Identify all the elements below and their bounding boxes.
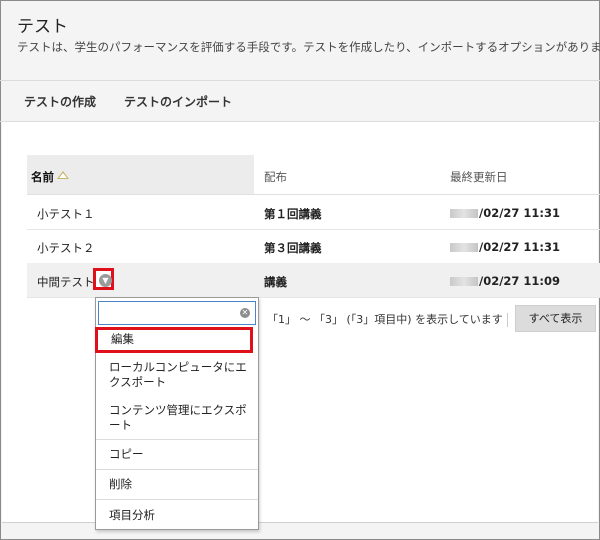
menu-item-item-analysis[interactable]: 項目分析 (96, 508, 258, 523)
toolbar-divider-top (0, 80, 600, 81)
menu-divider (96, 469, 258, 470)
table-row: 小テスト２ 第３回講義 /02/27 11:31 (27, 229, 600, 264)
chevron-down-icon[interactable]: ▼ (99, 274, 112, 287)
menu-search-box[interactable]: ✕ (98, 301, 256, 325)
menu-item-export-content[interactable]: コンテンツ管理にエクスポート (96, 403, 258, 433)
menu-item-edit[interactable]: 編集 (95, 327, 253, 353)
menu-item-copy[interactable]: コピー (96, 447, 258, 462)
test-last-modified: /02/27 11:09 (450, 274, 560, 288)
test-name[interactable]: 小テスト２ (37, 240, 95, 256)
menu-divider (96, 439, 258, 440)
test-last-modified: /02/27 11:31 (450, 240, 560, 254)
item-options-button[interactable]: ▼ (93, 268, 114, 290)
test-name[interactable]: 中間テスト (37, 274, 95, 290)
paging-info: 「1」 ～ 「3」 (「3」項目中) を表示しています (267, 311, 508, 327)
redacted-year (450, 277, 478, 286)
create-test-button[interactable]: テストの作成 (24, 93, 96, 110)
test-distribution: 第３回講義 (264, 241, 322, 255)
show-all-button[interactable]: すべて表示 (515, 305, 596, 332)
menu-divider (96, 499, 258, 500)
test-distribution: 講義 (264, 275, 287, 289)
test-distribution: 第１回講義 (264, 207, 322, 221)
column-header-last-modified[interactable]: 最終更新日 (450, 169, 508, 185)
context-menu: ✕ 編集 ローカルコンピュータにエクスポート コンテンツ管理にエクスポート コピ… (95, 297, 259, 530)
menu-item-export-local[interactable]: ローカルコンピュータにエクスポート (96, 360, 258, 390)
page-title: テスト (17, 17, 68, 37)
test-last-modified: /02/27 11:31 (450, 206, 560, 220)
column-header-distribution[interactable]: 配布 (264, 169, 287, 185)
sort-ascending-icon[interactable] (57, 171, 69, 179)
table-row: 小テスト１ 第１回講義 /02/27 11:31 (27, 195, 600, 230)
menu-item-delete[interactable]: 削除 (96, 477, 258, 492)
menu-search-input[interactable] (102, 303, 236, 325)
redacted-year (450, 243, 478, 252)
clear-search-icon[interactable]: ✕ (240, 308, 250, 318)
test-name[interactable]: 小テスト１ (37, 206, 95, 222)
redacted-year (450, 209, 478, 218)
import-test-button[interactable]: テストのインポート (124, 93, 232, 110)
column-header-name[interactable]: 名前 (31, 169, 54, 185)
page-description: テストは、学生のパフォーマンスを評価する手段です。テストを作成したり、インポート… (17, 40, 600, 54)
